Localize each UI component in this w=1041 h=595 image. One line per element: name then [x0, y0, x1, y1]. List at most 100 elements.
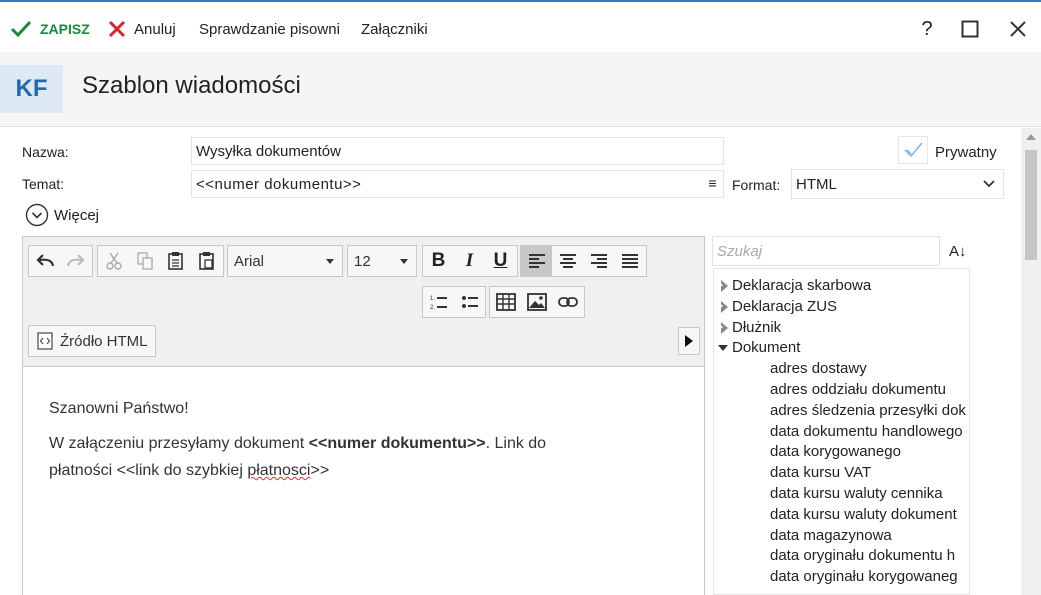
insert-image-button[interactable] — [521, 287, 552, 317]
tree-field-item[interactable]: data dokumentu handlowego — [770, 423, 963, 440]
tree-field-item[interactable]: data korygowanego — [770, 443, 901, 460]
collapsed-triangle-icon[interactable] — [718, 300, 728, 313]
insert-table-button[interactable] — [490, 287, 521, 317]
tree-field-item[interactable]: adres śledzenia przesyłki dok — [770, 402, 966, 419]
chevron-down-circle-icon — [25, 203, 49, 227]
paste-icon — [167, 252, 183, 270]
attachments-button[interactable]: Załączniki — [361, 18, 428, 40]
redo-icon — [66, 254, 85, 267]
subject-field[interactable]: <<numer dokumentu>> ≡ — [191, 170, 724, 198]
maximize-button[interactable] — [957, 16, 983, 42]
close-window-button[interactable] — [1005, 16, 1031, 42]
image-icon — [526, 293, 547, 311]
align-left-button[interactable] — [521, 246, 552, 276]
collapsed-triangle-icon[interactable] — [718, 280, 728, 292]
tree-field-item[interactable]: data kursu waluty dokument — [770, 506, 957, 523]
top-toolbar: ZAPISZ Anuluj Sprawdzanie pisowni Załącz… — [0, 2, 1041, 52]
save-label: ZAPISZ — [40, 21, 90, 37]
private-checkbox[interactable] — [898, 136, 928, 164]
subject-value: <<numer dokumentu>> — [196, 175, 362, 193]
subject-label: Temat: — [22, 176, 65, 192]
align-justify-icon — [621, 254, 638, 268]
editor-content[interactable]: Szanowni Państwo! W załączeniu przesyłam… — [49, 395, 669, 484]
tree-group-item[interactable]: Deklaracja ZUS — [718, 298, 837, 315]
checkmark-icon — [10, 20, 32, 38]
name-label: Nazwa: — [22, 144, 69, 160]
checkmark-icon — [904, 142, 923, 158]
menu-icon[interactable]: ≡ — [708, 175, 717, 191]
align-justify-button[interactable] — [614, 246, 645, 276]
private-label: Prywatny — [935, 144, 997, 161]
spellcheck-button[interactable]: Sprawdzanie pisowni — [199, 18, 340, 40]
cut-button[interactable] — [98, 246, 129, 276]
tree-group-item[interactable]: Dokument — [718, 339, 801, 357]
italic-button[interactable]: I — [454, 246, 485, 276]
format-select[interactable]: HTML — [791, 169, 1004, 199]
search-placeholder: Szukaj — [717, 242, 763, 260]
underline-icon: U — [493, 250, 508, 271]
align-center-icon — [559, 254, 576, 268]
help-label: ? — [921, 17, 933, 40]
paste-text-button[interactable] — [191, 246, 222, 276]
paste-button[interactable] — [160, 246, 191, 276]
html-editor: Arial 12 B I U 1. 2. Źródło HTML Szanown… — [22, 236, 705, 595]
font-size-select[interactable]: 12 — [347, 245, 417, 277]
undo-redo-group — [28, 245, 93, 277]
scrollbar-thumb[interactable] — [1025, 150, 1037, 260]
source-html-button[interactable]: Źródło HTML — [28, 325, 156, 357]
toolbar-expand-button[interactable] — [678, 327, 700, 355]
sort-button[interactable]: A↓ — [949, 243, 967, 260]
greeting-text: Szanowni Państwo! — [49, 400, 189, 417]
page-scrollbar[interactable] — [1021, 128, 1041, 595]
attachments-label: Załączniki — [361, 20, 428, 38]
save-button[interactable]: ZAPISZ — [10, 18, 90, 40]
fields-search-input[interactable]: Szukaj — [712, 236, 940, 266]
clipboard-group — [97, 245, 224, 277]
tree-field-item[interactable]: data oryginału dokumentu h — [770, 547, 955, 564]
tree-group-item[interactable]: Dłużnik — [718, 318, 782, 336]
copy-button[interactable] — [129, 246, 160, 276]
more-toggle[interactable]: Więcej — [25, 203, 99, 227]
tree-field-item[interactable]: data kursu VAT — [770, 464, 871, 481]
more-label: Więcej — [54, 206, 100, 224]
tree-field-item[interactable]: adres dostawy — [770, 360, 867, 377]
tree-field-item[interactable]: adres oddziału dokumentu — [770, 381, 946, 398]
font-family-select[interactable]: Arial — [227, 245, 343, 277]
list-group: 1. 2. — [422, 286, 486, 318]
font-family-value: Arial — [234, 252, 265, 270]
tree-field-item[interactable]: data kursu waluty cennika — [770, 485, 943, 502]
name-field[interactable]: Wysyłka dokumentów — [191, 137, 724, 165]
svg-text:1.: 1. — [430, 296, 435, 302]
numbered-list-icon: 1. 2. — [430, 296, 447, 311]
cancel-button[interactable]: Anuluj — [108, 18, 176, 40]
align-center-button[interactable] — [552, 246, 583, 276]
tree-group-item[interactable]: Deklaracja skarbowa — [718, 277, 871, 294]
help-button[interactable]: ? — [914, 16, 940, 42]
body-bold-placeholder: <<numer dokumentu>> — [308, 435, 486, 452]
underline-button[interactable]: U — [485, 246, 516, 276]
editor-toolbar: Arial 12 B I U 1. 2. Źródło HTML — [23, 237, 704, 367]
insert-link-button[interactable] — [552, 287, 583, 317]
font-size-value: 12 — [354, 252, 371, 270]
align-left-icon — [528, 254, 545, 268]
undo-button[interactable] — [29, 246, 60, 276]
close-icon — [1010, 21, 1026, 37]
redo-button[interactable] — [60, 246, 91, 276]
play-arrow-icon — [685, 335, 693, 347]
tree-group-label: Dłużnik — [732, 318, 782, 336]
numbered-list-button[interactable]: 1. 2. — [423, 287, 454, 317]
body-text-1: W załączeniu przesyłamy dokument — [49, 435, 309, 452]
table-icon — [495, 293, 516, 311]
source-html-label: Źródło HTML — [60, 332, 148, 350]
scissors-icon — [105, 252, 122, 270]
tree-group-label: Dokument — [732, 339, 801, 357]
collapsed-triangle-icon[interactable] — [718, 321, 728, 334]
align-right-button[interactable] — [583, 246, 614, 276]
tree-field-item[interactable]: data oryginału korygowaneg — [770, 568, 958, 585]
bold-button[interactable]: B — [423, 246, 454, 276]
bullet-list-button[interactable] — [454, 287, 485, 317]
tree-field-item[interactable]: data magazynowa — [770, 527, 892, 544]
svg-text:2.: 2. — [430, 305, 435, 311]
source-code-icon — [37, 332, 53, 350]
expanded-triangle-icon[interactable] — [718, 345, 728, 352]
